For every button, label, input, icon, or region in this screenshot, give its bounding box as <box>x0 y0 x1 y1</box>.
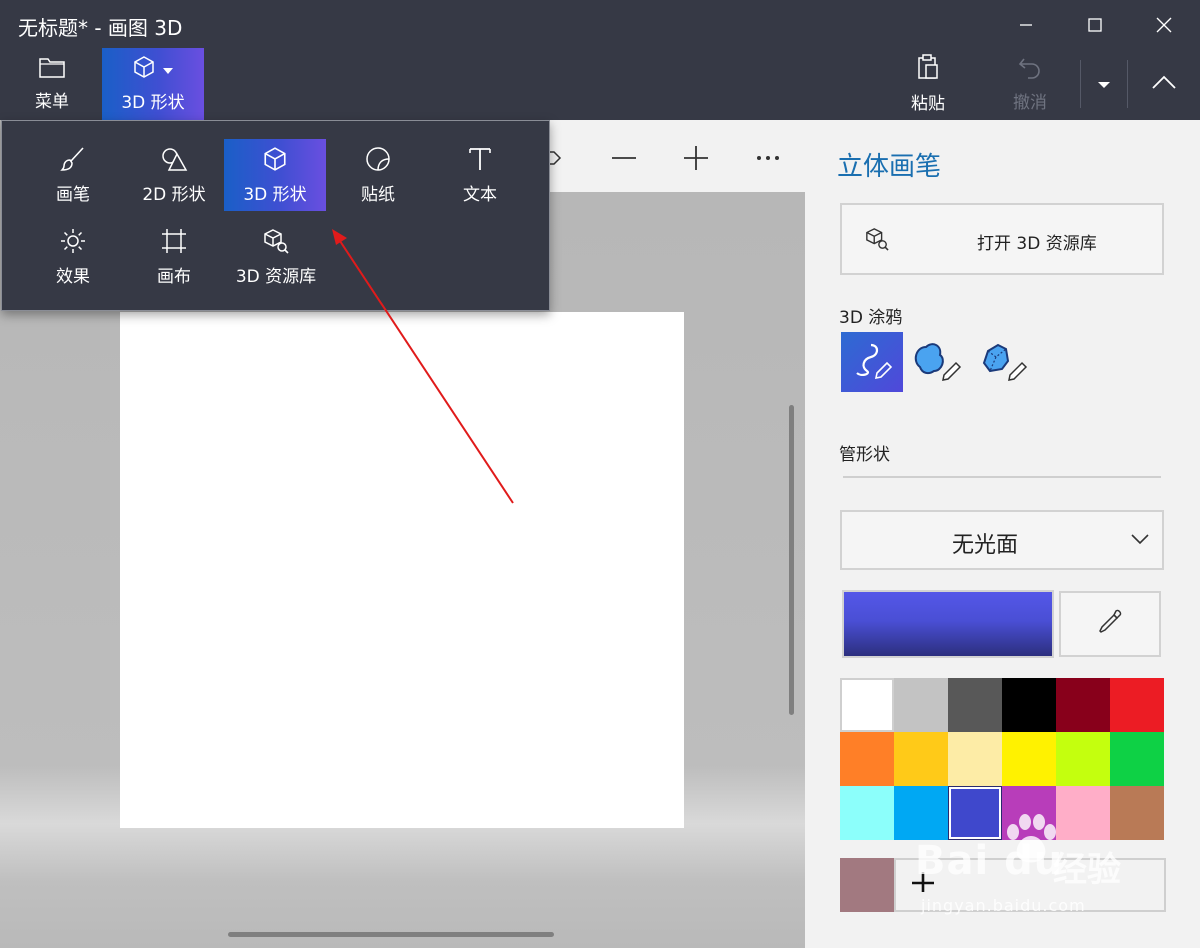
zoom-in-icon[interactable] <box>680 142 712 174</box>
tools-dropdown-menu: 画笔 2D 形状 3D 形状 贴纸 文本 效果 画布 3D 资源库 <box>1 120 550 311</box>
undo-button[interactable]: 撤消 <box>980 48 1080 120</box>
toolbar-divider <box>1127 60 1128 108</box>
color-swatch[interactable] <box>1110 732 1164 786</box>
3d-cube-icon <box>132 55 156 84</box>
2d-shapes-icon <box>160 146 188 177</box>
finish-value: 无光面 <box>952 533 1019 558</box>
3d-library-icon <box>262 228 290 259</box>
menu-item-label: 画布 <box>157 266 191 287</box>
effects-sun-icon <box>60 228 86 259</box>
clipboard-icon <box>916 54 940 85</box>
text-icon <box>468 146 492 177</box>
3d-shapes-tab[interactable]: 3D 形状 <box>102 48 204 120</box>
brush-icon <box>60 146 86 177</box>
sharp-doodle-icon <box>976 337 1030 387</box>
caret-down-icon <box>162 60 174 80</box>
chevron-down-icon <box>1130 530 1150 549</box>
baidu-watermark-logo: Bai du 经验 jingyan.baidu.com <box>915 814 1155 922</box>
undo-icon <box>1018 55 1042 84</box>
menu-item-label: 2D 形状 <box>142 184 206 205</box>
open-3d-library-button[interactable]: 打开 3D 资源库 <box>840 203 1164 275</box>
color-swatch[interactable] <box>894 732 948 786</box>
color-swatch[interactable] <box>1056 678 1110 732</box>
close-icon[interactable] <box>1142 8 1186 42</box>
zoom-out-icon[interactable] <box>608 142 640 174</box>
color-swatch[interactable] <box>948 732 1002 786</box>
watermark-url: jingyan.baidu.com <box>921 896 1086 915</box>
menu-item-label: 贴纸 <box>361 184 395 205</box>
sticker-icon <box>365 146 391 177</box>
minimize-icon[interactable] <box>1004 8 1048 42</box>
menu-item-effects[interactable]: 效果 <box>22 221 124 293</box>
open-library-label: 打开 3D 资源库 <box>977 234 1097 254</box>
tube-doodle-tool[interactable] <box>841 332 903 392</box>
color-swatch[interactable] <box>840 786 894 840</box>
menu-item-label: 效果 <box>56 266 90 287</box>
caret-down-icon <box>1097 74 1111 94</box>
view-toolbar <box>540 120 805 192</box>
color-swatch[interactable] <box>1110 678 1164 732</box>
tube-doodle-icon <box>849 337 895 387</box>
folder-icon <box>39 56 65 83</box>
color-swatch[interactable] <box>894 678 948 732</box>
color-swatch[interactable] <box>840 732 894 786</box>
custom-color-swatch[interactable] <box>840 858 894 912</box>
watermark-cn-text: 经验 <box>1053 850 1121 890</box>
canvas-crop-icon <box>161 228 187 259</box>
menu-item-3d-library[interactable]: 3D 资源库 <box>224 221 328 293</box>
3d-library-icon <box>864 227 890 255</box>
menu-item-label: 3D 形状 <box>243 184 307 205</box>
horizontal-scrollbar[interactable] <box>228 932 554 937</box>
panel-title: 立体画笔 <box>837 152 942 182</box>
soft-doodle-icon <box>910 337 964 387</box>
history-dropdown-button[interactable] <box>1082 48 1126 120</box>
menu-item-label: 文本 <box>463 184 497 205</box>
color-palette <box>840 678 1164 840</box>
section-divider <box>843 476 1161 478</box>
menu-item-brushes[interactable]: 画笔 <box>22 139 124 211</box>
vertical-scrollbar[interactable] <box>789 405 794 715</box>
paste-label: 粘贴 <box>911 94 945 114</box>
color-swatch[interactable] <box>1002 732 1056 786</box>
current-color-swatch[interactable] <box>842 590 1054 658</box>
doodle-section-label: 3D 涂鸦 <box>839 308 903 328</box>
menu-item-label: 3D 资源库 <box>235 266 317 287</box>
soft-doodle-tool[interactable] <box>906 332 968 392</box>
drawing-canvas[interactable] <box>120 312 684 828</box>
finish-dropdown[interactable]: 无光面 <box>840 510 1164 570</box>
chevron-up-icon <box>1151 74 1177 95</box>
menu-label: 菜单 <box>35 92 69 112</box>
more-options-icon[interactable] <box>752 142 784 174</box>
3d-shapes-label: 3D 形状 <box>121 93 185 113</box>
menu-item-canvas[interactable]: 画布 <box>123 221 225 293</box>
collapse-ribbon-button[interactable] <box>1130 48 1198 120</box>
menu-item-3d-shapes[interactable]: 3D 形状 <box>224 139 326 211</box>
tube-section-label: 管形状 <box>839 445 890 465</box>
sharp-doodle-tool[interactable] <box>972 332 1034 392</box>
color-swatch[interactable] <box>948 678 1002 732</box>
3d-cube-icon <box>262 146 288 177</box>
eyedropper-icon <box>1096 608 1124 640</box>
watermark-logo-text: Bai du <box>915 838 1064 884</box>
menu-item-text[interactable]: 文本 <box>429 139 531 211</box>
color-swatch[interactable] <box>1002 678 1056 732</box>
toolbar-divider <box>1080 60 1081 108</box>
menu-item-stickers[interactable]: 贴纸 <box>327 139 429 211</box>
menu-item-label: 画笔 <box>56 184 90 205</box>
color-swatch[interactable] <box>840 678 894 732</box>
title-bar: 无标题* - 画图 3D 菜单 3D 形状 粘贴 撤消 <box>0 0 1200 120</box>
paste-button[interactable]: 粘贴 <box>878 48 978 120</box>
menu-item-2d-shapes[interactable]: 2D 形状 <box>123 139 225 211</box>
undo-label: 撤消 <box>1013 93 1047 113</box>
color-swatch[interactable] <box>1056 732 1110 786</box>
window-title: 无标题* - 画图 3D <box>18 16 183 40</box>
menu-button[interactable]: 菜单 <box>2 48 102 120</box>
maximize-icon[interactable] <box>1073 8 1117 42</box>
eyedropper-button[interactable] <box>1059 591 1161 657</box>
